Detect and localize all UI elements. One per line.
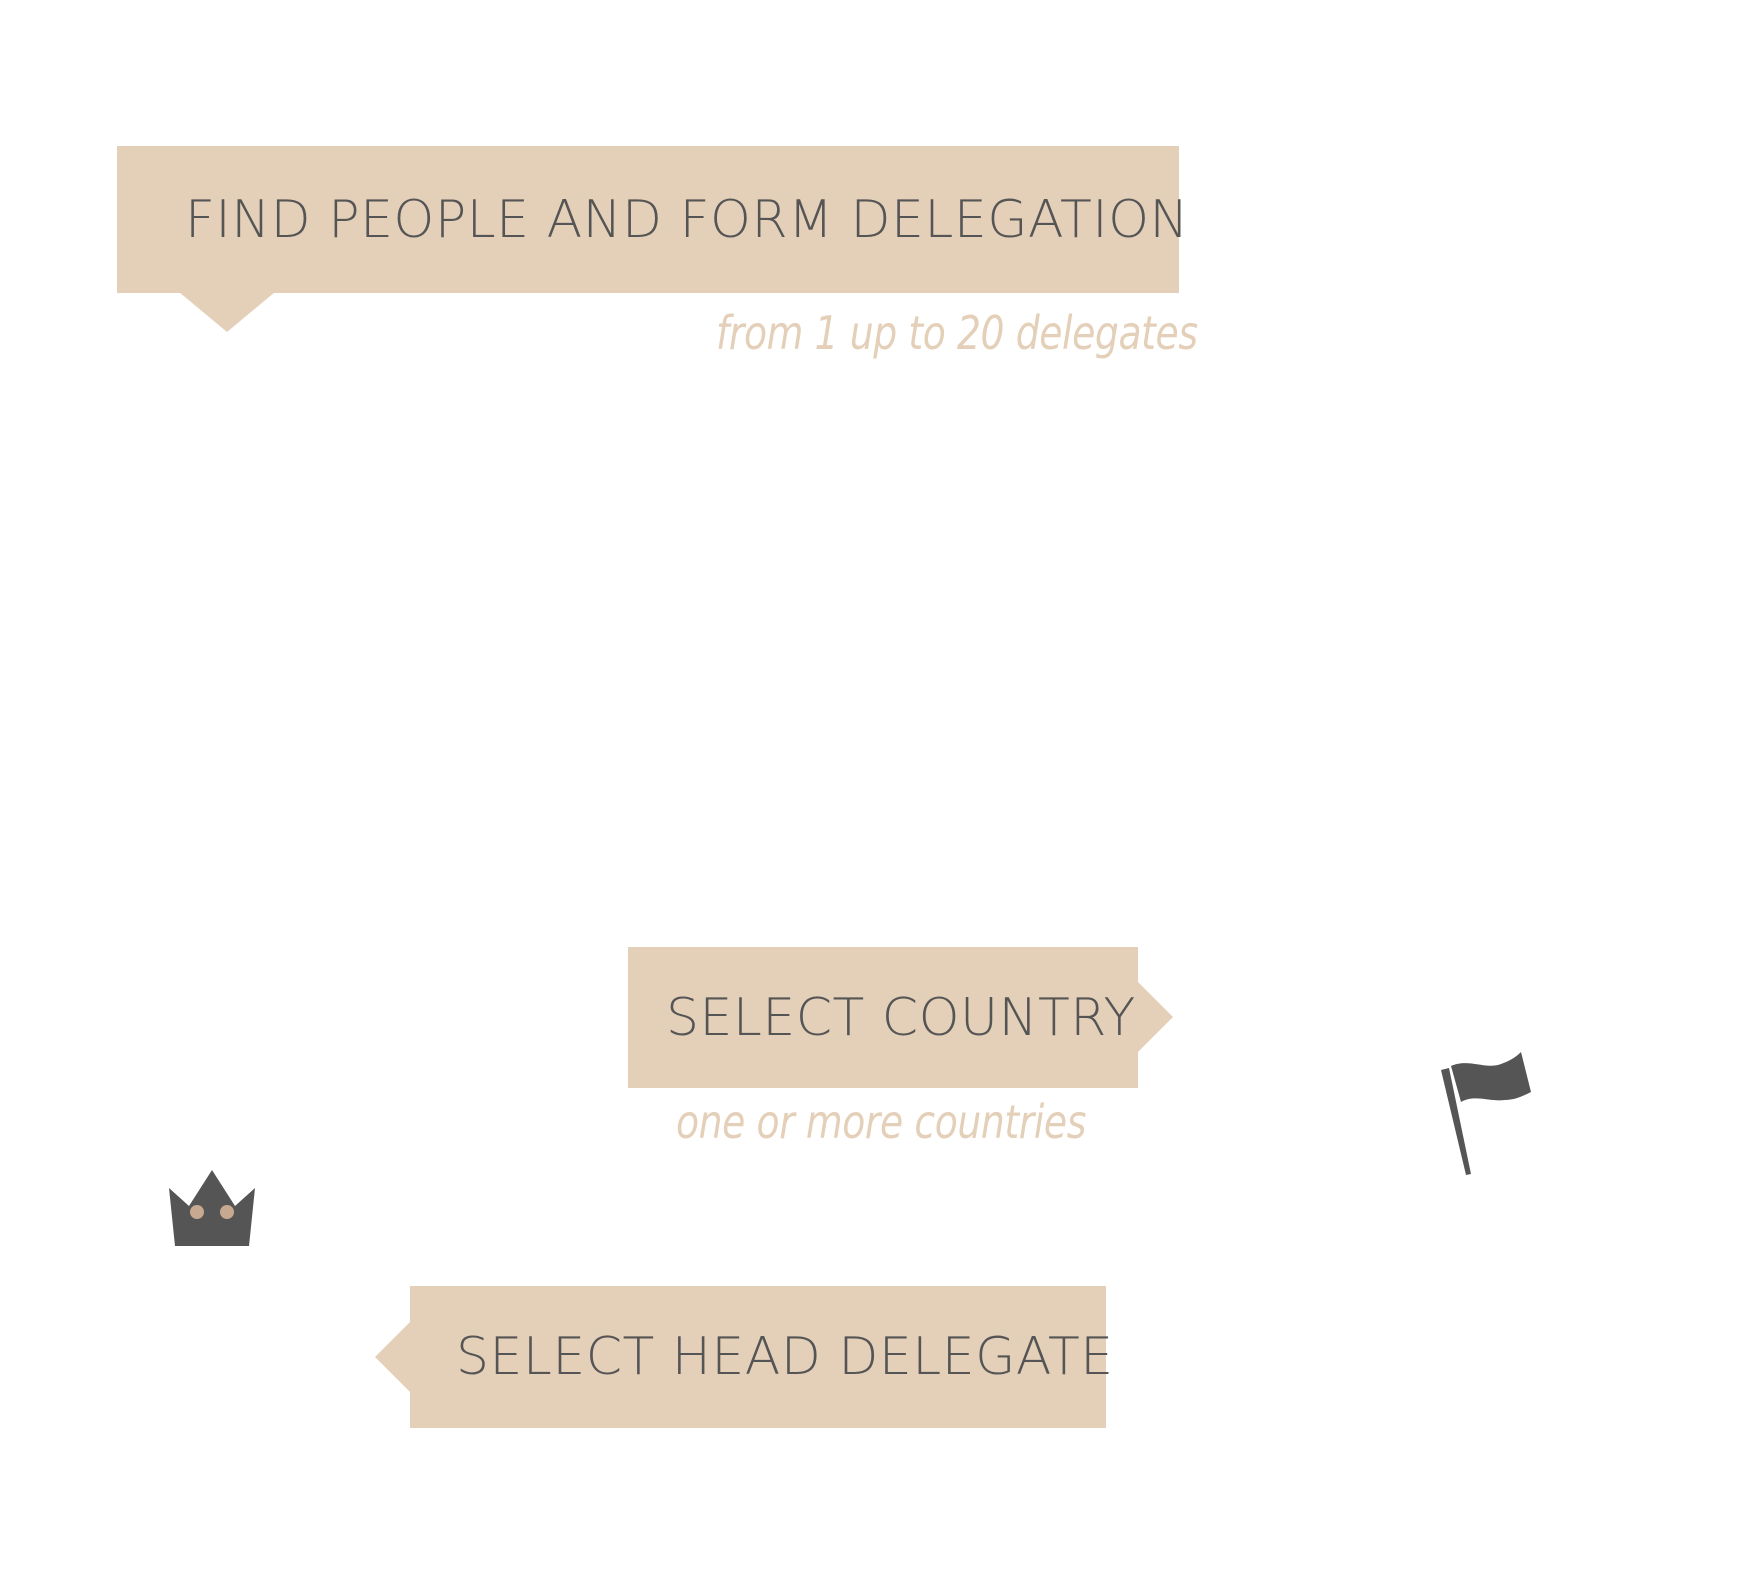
arrow-right <box>1138 982 1173 1052</box>
step-select-head-delegate-banner: SELECT HEAD DELEGATE <box>375 1286 1113 1428</box>
countries-note: one or more countries <box>676 1095 1086 1149</box>
delegates-range-note: from 1 up to 20 delegates <box>716 306 1198 360</box>
crown-icon <box>169 1170 255 1246</box>
step-find-people-banner: FIND PEOPLE AND FORM DELEGATION <box>117 146 1188 332</box>
step-select-country-label: SELECT COUNTRY <box>666 987 1136 1048</box>
arrow-left <box>375 1322 410 1392</box>
speech-tail <box>179 292 275 332</box>
step-find-people-label: FIND PEOPLE AND FORM DELEGATION <box>185 189 1189 250</box>
flag-icon <box>1441 1052 1531 1175</box>
step-select-country-banner: SELECT COUNTRY <box>628 947 1173 1088</box>
step-select-head-delegate-label: SELECT HEAD DELEGATE <box>456 1327 1114 1387</box>
